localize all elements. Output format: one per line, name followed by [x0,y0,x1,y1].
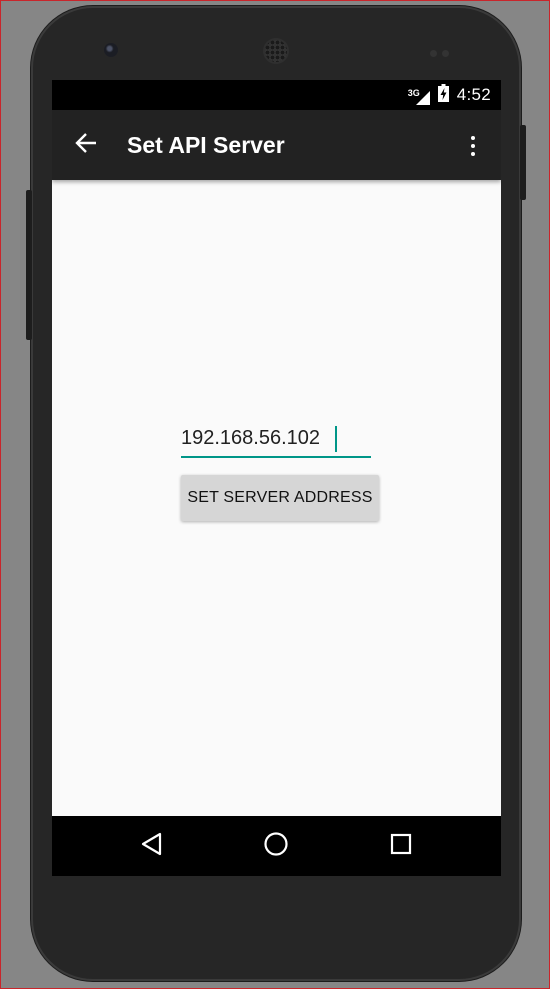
battery-charging-icon [437,83,449,107]
text-cursor [335,426,337,452]
earpiece-speaker-icon [265,40,287,62]
server-address-input[interactable] [181,421,371,455]
page-title: Set API Server [127,132,285,158]
main-content: SET SERVER ADDRESS [52,180,501,816]
navigation-bar [52,816,501,876]
nav-recents-icon [390,833,412,860]
nav-back-button[interactable] [136,830,168,862]
proximity-sensors [430,44,456,57]
nav-home-icon [263,831,289,862]
power-button [520,125,526,200]
nav-home-button[interactable] [260,830,292,862]
back-arrow-icon [75,132,97,158]
status-clock: 4:52 [456,85,491,104]
input-underline [181,456,371,458]
set-server-address-button[interactable]: SET SERVER ADDRESS [181,475,379,521]
front-camera-icon [104,43,118,57]
device-screen: 3G 4:52 Set API Server 192.168.56.102 SE… [52,80,501,876]
server-address-field-wrap [181,421,371,459]
nav-recents-button[interactable] [385,830,417,862]
nav-back-icon [141,832,163,861]
overflow-menu-icon[interactable] [461,130,485,162]
app-bar: Set API Server [52,110,501,180]
back-button[interactable] [70,129,102,161]
volume-button [26,190,32,340]
status-bar: 3G 4:52 [52,80,501,110]
signal-icon: 3G [408,85,430,105]
